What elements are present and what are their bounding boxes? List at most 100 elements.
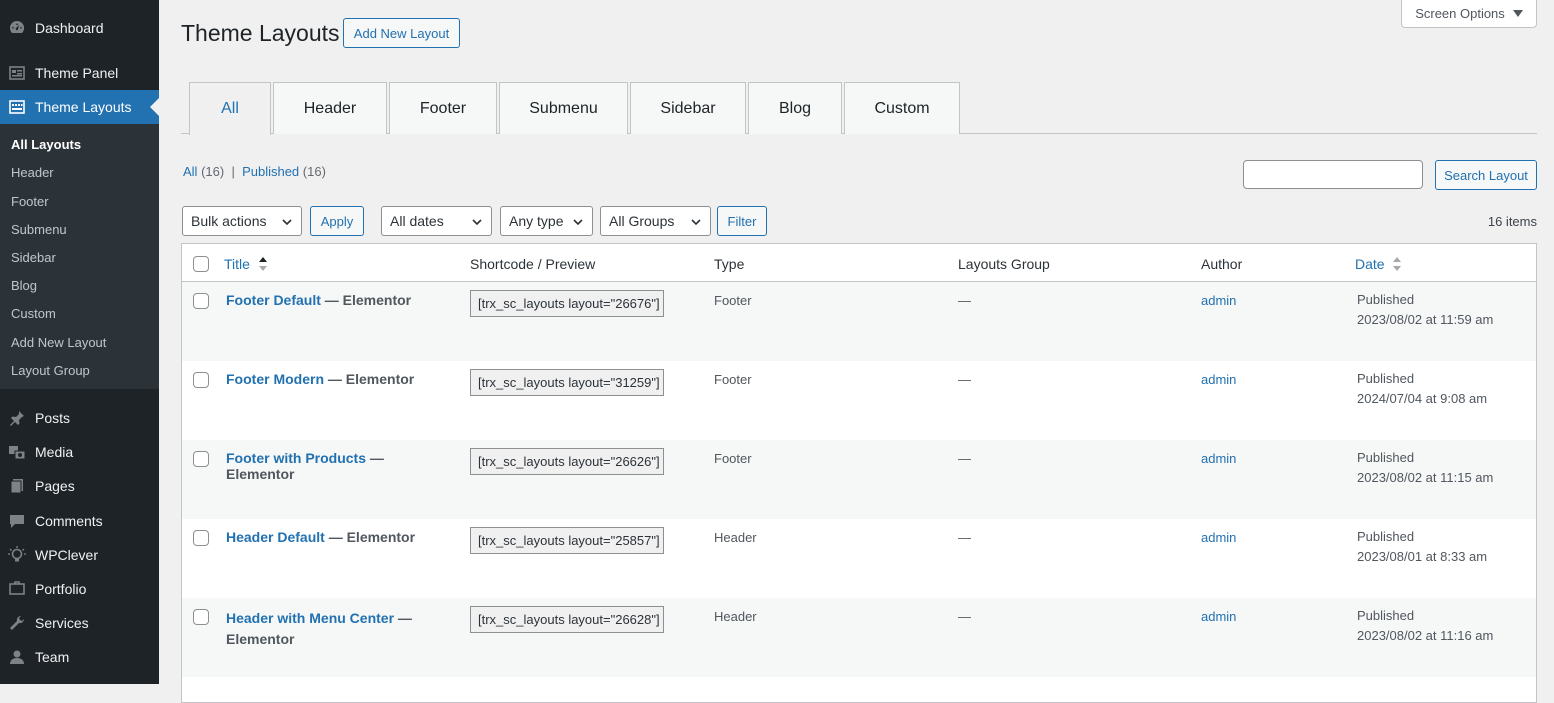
row-title-cell: Footer Default — Elementor xyxy=(226,292,456,308)
row-title-suffix: — Elementor xyxy=(320,292,412,308)
menu-item-pages[interactable]: Pages xyxy=(0,469,159,503)
shortcode-field[interactable]: [trx_sc_layouts layout="31259"] xyxy=(470,369,664,396)
screen-options-button[interactable]: Screen Options xyxy=(1401,0,1537,28)
row-title-link[interactable]: Footer Modern xyxy=(226,371,324,387)
select-all-checkbox[interactable] xyxy=(193,256,209,272)
comment-icon xyxy=(7,511,27,531)
submenu-layout-group[interactable]: Layout Group xyxy=(11,363,90,378)
row-group: — xyxy=(958,451,971,466)
chevron-down-icon xyxy=(471,215,483,231)
menu-item-theme-panel[interactable]: Theme Panel xyxy=(0,56,159,90)
submenu-blog[interactable]: Blog xyxy=(11,278,37,293)
row-title-link[interactable]: Header with Menu Center xyxy=(226,610,394,626)
row-author-link[interactable]: admin xyxy=(1201,451,1236,466)
filter-button[interactable]: Filter xyxy=(717,206,767,236)
menu-item-comments[interactable]: Comments xyxy=(0,504,159,538)
menu-item-services[interactable]: Services xyxy=(0,606,159,640)
row-group: — xyxy=(958,609,971,624)
row-date: Published 2023/08/02 at 11:59 am xyxy=(1357,290,1493,330)
column-shortcode-header: Shortcode / Preview xyxy=(470,256,596,272)
admin-sidebar: Dashboard Theme Panel Theme Layouts All … xyxy=(0,0,159,684)
tab-custom[interactable]: Custom xyxy=(844,82,960,134)
row-title-link[interactable]: Footer Default xyxy=(226,292,321,308)
row-date: Published 2023/08/02 at 11:16 am xyxy=(1357,606,1493,646)
menu-item-portfolio[interactable]: Portfolio xyxy=(0,572,159,606)
row-author-link[interactable]: admin xyxy=(1201,372,1236,387)
tab-submenu[interactable]: Submenu xyxy=(499,82,628,134)
column-author-header: Author xyxy=(1201,256,1243,272)
submenu-sidebar[interactable]: Sidebar xyxy=(11,250,56,265)
portfolio-icon xyxy=(7,579,27,599)
view-published-count: (16) xyxy=(302,164,326,179)
shortcode-field[interactable]: [trx_sc_layouts layout="26628"] xyxy=(470,606,664,633)
submenu-submenu[interactable]: Submenu xyxy=(11,222,67,237)
row-author-link[interactable]: admin xyxy=(1201,609,1236,624)
tab-sidebar[interactable]: Sidebar xyxy=(630,82,746,134)
row-title-cell: Header with Menu Center — Elementor xyxy=(226,608,426,650)
row-checkbox[interactable] xyxy=(193,293,209,309)
submenu-header[interactable]: Header xyxy=(11,165,54,180)
row-title-link[interactable]: Header Default xyxy=(226,529,325,545)
items-count: 16 items xyxy=(1487,214,1537,229)
groups-value: All Groups xyxy=(609,213,675,229)
apply-button[interactable]: Apply xyxy=(310,206,364,236)
menu-label: WPClever xyxy=(35,547,99,563)
column-title-header[interactable]: Title xyxy=(224,256,267,274)
submenu-add-new-layout[interactable]: Add New Layout xyxy=(11,335,106,350)
wrench-icon xyxy=(7,613,27,633)
menu-item-wpclever[interactable]: WPClever xyxy=(0,538,159,572)
column-title-label: Title xyxy=(224,256,250,272)
view-all-link[interactable]: All xyxy=(183,164,197,179)
row-checkbox[interactable] xyxy=(193,372,209,388)
menu-item-posts[interactable]: Posts xyxy=(0,401,159,435)
dates-value: All dates xyxy=(390,213,444,229)
dates-select[interactable]: All dates xyxy=(381,206,492,236)
tab-footer[interactable]: Footer xyxy=(389,82,497,134)
view-published-link[interactable]: Published xyxy=(242,164,299,179)
row-author-link[interactable]: admin xyxy=(1201,293,1236,308)
bulk-actions-value: Bulk actions xyxy=(191,213,267,229)
menu-label: Pages xyxy=(35,478,75,494)
row-checkbox[interactable] xyxy=(193,530,209,546)
menu-item-dashboard[interactable]: Dashboard xyxy=(0,11,159,45)
row-title-cell: Footer with Products — Elementor xyxy=(226,450,456,482)
menu-label: Dashboard xyxy=(35,20,104,36)
submenu-all-layouts[interactable]: All Layouts xyxy=(11,137,81,152)
column-date-header[interactable]: Date xyxy=(1355,256,1402,274)
submenu-footer[interactable]: Footer xyxy=(11,194,49,209)
shortcode-field[interactable]: [trx_sc_layouts layout="26626"] xyxy=(470,448,664,475)
person-icon xyxy=(7,647,27,667)
shortcode-field[interactable]: [trx_sc_layouts layout="25857"] xyxy=(470,527,664,554)
row-author-link[interactable]: admin xyxy=(1201,530,1236,545)
row-checkbox[interactable] xyxy=(193,451,209,467)
tab-header[interactable]: Header xyxy=(273,82,387,134)
search-layout-button[interactable]: Search Layout xyxy=(1435,160,1537,190)
row-checkbox[interactable] xyxy=(193,609,209,625)
row-title-link[interactable]: Footer with Products xyxy=(226,450,366,466)
bulk-actions-select[interactable]: Bulk actions xyxy=(182,206,302,236)
view-all-count: (16) xyxy=(201,164,225,179)
menu-item-theme-layouts[interactable]: Theme Layouts xyxy=(0,90,159,124)
menu-item-media[interactable]: Media xyxy=(0,435,159,469)
row-date: Published 2023/08/02 at 11:15 am xyxy=(1357,448,1493,488)
tab-blog[interactable]: Blog xyxy=(748,82,842,134)
type-select[interactable]: Any type xyxy=(500,206,593,236)
search-input[interactable] xyxy=(1243,160,1423,189)
submenu-custom[interactable]: Custom xyxy=(11,306,56,321)
menu-label: Posts xyxy=(35,410,71,426)
menu-label: Comments xyxy=(35,513,103,529)
menu-label: Portfolio xyxy=(35,581,87,597)
media-icon xyxy=(7,442,27,462)
view-separator: | xyxy=(231,164,235,179)
chevron-down-icon xyxy=(281,215,293,231)
tab-all[interactable]: All xyxy=(189,82,271,135)
add-new-layout-button[interactable]: Add New Layout xyxy=(343,18,460,48)
sort-icon xyxy=(1393,256,1402,274)
row-group: — xyxy=(958,530,971,545)
row-type: Footer xyxy=(714,293,752,308)
menu-item-team[interactable]: Team xyxy=(0,640,159,674)
groups-select[interactable]: All Groups xyxy=(600,206,711,236)
shortcode-field[interactable]: [trx_sc_layouts layout="26676"] xyxy=(470,290,664,317)
row-title-suffix: — Elementor xyxy=(324,529,416,545)
row-status: Published xyxy=(1357,608,1415,623)
